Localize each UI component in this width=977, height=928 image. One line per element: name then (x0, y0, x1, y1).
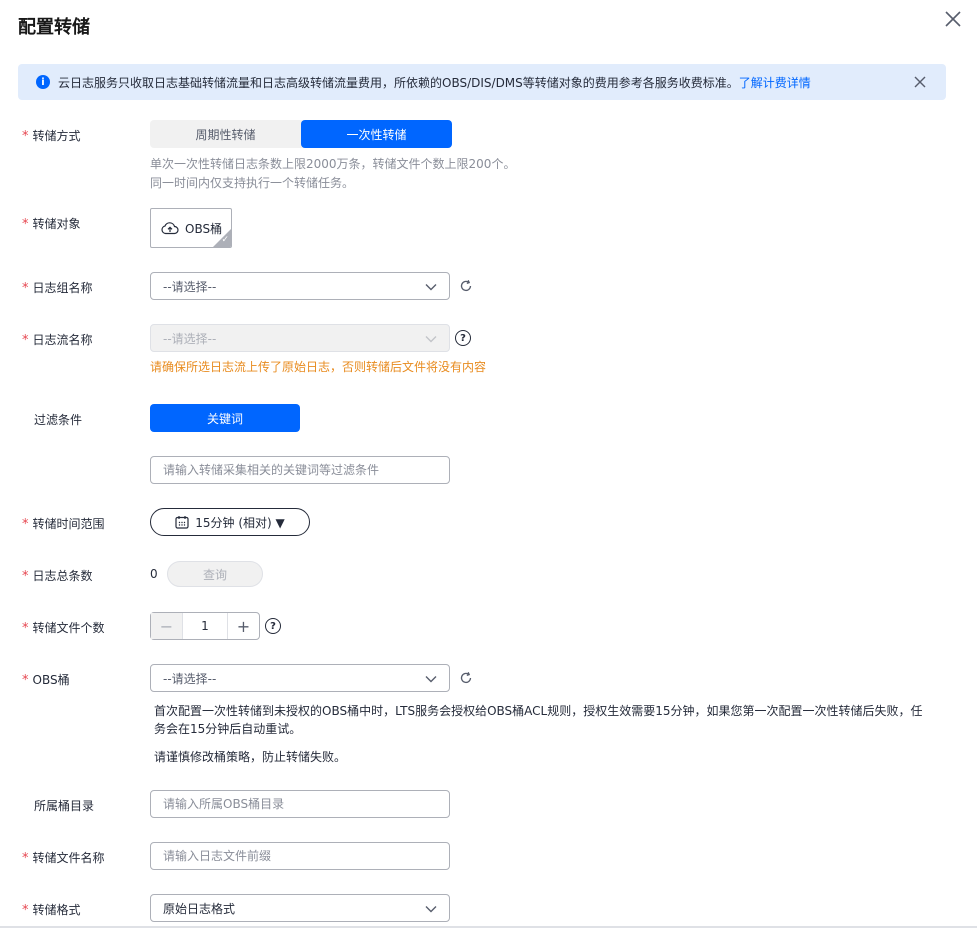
refresh-icon[interactable] (459, 279, 473, 293)
dump-format-select-value: 原始日志格式 (163, 901, 236, 916)
chevron-down-icon (425, 284, 437, 291)
log-count-value: 0 (150, 567, 158, 581)
keyword-button[interactable]: 关键词 (150, 404, 300, 432)
dump-format-label: * 转储格式 (22, 903, 81, 918)
obs-bucket-desc-2: 务会在15分钟后自动重试。 (154, 722, 302, 736)
bucket-dir-label: 所属桶目录 (34, 799, 95, 813)
chevron-down-icon (425, 336, 437, 343)
obs-bucket-desc-3: 请谨慎修改桶策略，防止转储失败。 (154, 750, 347, 764)
filter-label: 过滤条件 (34, 413, 83, 427)
log-stream-warning: 请确保所选日志流上传了原始日志，否则转储后文件将没有内容 (150, 360, 487, 374)
required-mark: * (22, 903, 29, 918)
info-icon: i (36, 75, 50, 89)
log-group-select-value: --请选择-- (163, 279, 217, 294)
obs-bucket-select[interactable]: --请选择-- (150, 664, 450, 692)
required-mark: * (22, 333, 29, 348)
file-name-prefix-input[interactable] (150, 842, 450, 870)
info-notice: i 云日志服务只收取日志基础转储流量和日志高级转储流量费用，所依赖的OBS/DI… (18, 64, 946, 100)
required-mark: * (22, 569, 29, 584)
obs-bucket-target-card[interactable]: OBS桶 ✓ (150, 208, 232, 248)
dialog-title: 配置转储 (18, 17, 90, 38)
time-range-value: 15分钟 (相对) ▼ (195, 515, 285, 530)
log-group-label: * 日志组名称 (22, 281, 93, 296)
dump-mode-periodic-option[interactable]: 周期性转储 (150, 120, 301, 148)
required-mark: * (22, 281, 29, 296)
notice-close-icon[interactable] (913, 75, 927, 89)
required-mark: * (22, 621, 29, 636)
chevron-down-icon (425, 906, 437, 913)
close-icon[interactable] (942, 8, 964, 30)
bucket-dir-input[interactable] (150, 790, 450, 818)
obs-bucket-desc-1: 首次配置一次性转储到未授权的OBS桶中时，LTS服务会授权给OBS桶ACL规则，… (154, 704, 923, 718)
dump-mode-label: * 转储方式 (22, 129, 81, 144)
time-range-picker[interactable]: 15分钟 (相对) ▼ (150, 508, 310, 536)
file-name-label: * 转储文件名称 (22, 851, 105, 866)
file-count-stepper: − 1 + (150, 612, 260, 640)
log-stream-select[interactable]: --请选择-- (150, 324, 450, 352)
dump-target-label: * 转储对象 (22, 217, 81, 232)
required-mark: * (22, 851, 29, 866)
log-count-label: * 日志总条数 (22, 569, 93, 584)
file-count-value[interactable]: 1 (183, 619, 227, 633)
decrement-button[interactable]: − (151, 613, 183, 639)
required-mark: * (22, 129, 29, 144)
dump-mode-once-option[interactable]: 一次性转储 (301, 120, 452, 148)
refresh-icon[interactable] (459, 671, 473, 685)
cloud-upload-icon (161, 222, 179, 235)
check-icon: ✓ (221, 235, 229, 245)
required-mark: * (22, 517, 29, 532)
calendar-icon (175, 516, 189, 529)
log-stream-select-value: --请选择-- (163, 331, 217, 346)
log-group-select[interactable]: --请选择-- (150, 272, 450, 300)
dump-mode-hint-2: 同一时间内仅支持执行一个转储任务。 (150, 176, 355, 190)
dump-mode-hint-1: 单次一次性转储日志条数上限2000万条，转储文件个数上限200个。 (150, 157, 516, 171)
help-icon[interactable]: ? (455, 330, 471, 346)
time-range-label: * 转储时间范围 (22, 517, 105, 532)
notice-text: 云日志服务只收取日志基础转储流量和日志高级转储流量费用，所依赖的OBS/DIS/… (58, 75, 739, 90)
increment-button[interactable]: + (227, 613, 259, 639)
chevron-down-icon (425, 676, 437, 683)
log-stream-label: * 日志流名称 (22, 333, 93, 348)
obs-bucket-select-value: --请选择-- (163, 671, 217, 686)
dump-mode-segmented: 周期性转储 一次性转储 (150, 120, 452, 148)
file-count-label: * 转储文件个数 (22, 621, 105, 636)
query-button[interactable]: 查询 (167, 561, 263, 587)
filter-keyword-input[interactable] (150, 456, 450, 484)
help-icon[interactable]: ? (265, 618, 281, 634)
billing-details-link[interactable]: 了解计费详情 (739, 74, 811, 91)
obs-bucket-label: * OBS桶 (22, 673, 70, 688)
required-mark: * (22, 217, 29, 232)
required-mark: * (22, 673, 29, 688)
dump-format-select[interactable]: 原始日志格式 (150, 894, 450, 922)
